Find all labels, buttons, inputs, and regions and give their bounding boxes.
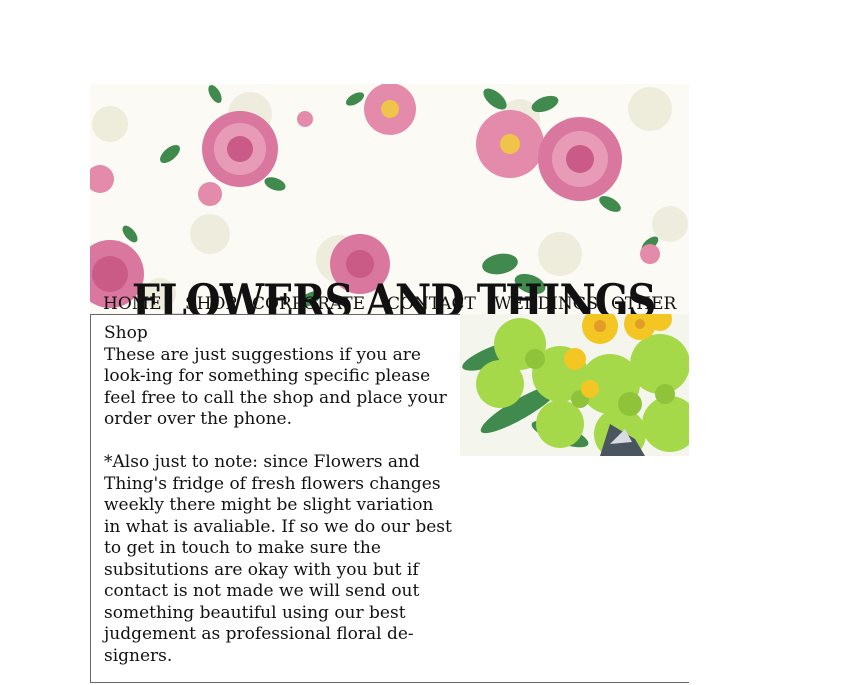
header-banner: FLOWERS AND THINGS <box>90 84 689 314</box>
nav-contact[interactable]: CONTACT <box>387 294 476 314</box>
nav-corporate[interactable]: CORPORATE <box>252 294 365 314</box>
nav-home[interactable]: HOME <box>103 294 162 314</box>
main-nav: HOME SHOP CORPORATE CONTACT WEDDINGS OTH… <box>0 292 850 316</box>
content-paragraph-2: *Also just to note: since Flowers and Th… <box>104 452 452 666</box>
nav-weddings[interactable]: WEDDINGS <box>494 294 598 314</box>
flower-arrangement-image <box>460 314 689 456</box>
nav-other[interactable]: OTHER <box>611 294 676 314</box>
content-text: Shop These are just suggestions if you a… <box>104 323 454 667</box>
content-paragraph-1: These are just suggestions if you are lo… <box>104 344 447 430</box>
flower-arrangement-photo <box>460 314 689 456</box>
nav-shop[interactable]: SHOP <box>185 294 237 314</box>
content-heading: Shop <box>104 323 148 343</box>
